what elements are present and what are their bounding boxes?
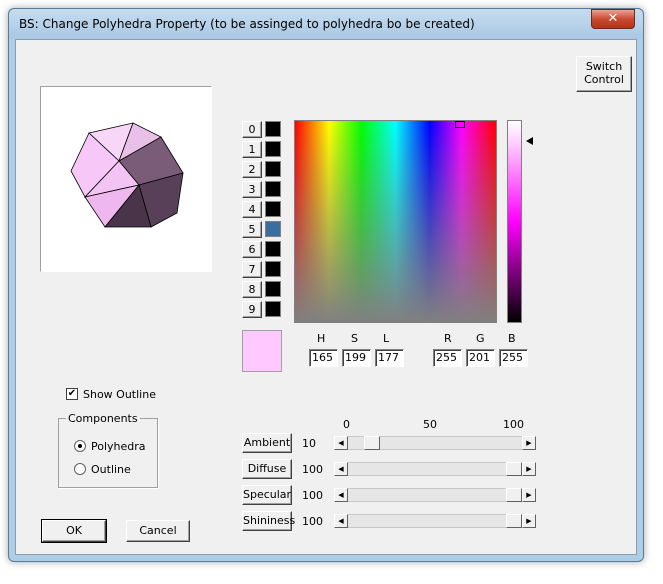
title-bar[interactable]: BS: Change Polyhedra Property (to be ass…: [9, 9, 643, 39]
palette-button-3[interactable]: 3: [242, 181, 262, 198]
dialog-client: Switch Control 0 1 2 3 4 5 6 7 8 9 H S L…: [15, 39, 637, 555]
palette-button-0[interactable]: 0: [242, 121, 262, 138]
window-title: BS: Change Polyhedra Property (to be ass…: [19, 17, 475, 31]
palette-button-8[interactable]: 8: [242, 281, 262, 298]
close-icon: ✕: [607, 11, 619, 26]
s-field[interactable]: 199: [342, 349, 371, 367]
l-field[interactable]: 177: [375, 349, 404, 367]
checkmark-icon: ✔: [67, 388, 77, 399]
show-outline-checkbox[interactable]: ✔: [66, 388, 78, 400]
palette-button-9[interactable]: 9: [242, 301, 262, 318]
scale-mid-label: 50: [423, 418, 437, 431]
cancel-button[interactable]: Cancel: [126, 520, 190, 542]
radio-outline[interactable]: [74, 463, 86, 475]
arrow-left-icon[interactable]: ◀: [334, 462, 348, 476]
components-label: Components: [66, 412, 140, 425]
palette-swatch-9[interactable]: [265, 301, 281, 317]
spectrum-cursor[interactable]: [455, 121, 465, 128]
s-label: S: [351, 332, 358, 345]
palette-button-6[interactable]: 6: [242, 241, 262, 258]
arrow-left-icon[interactable]: ◀: [334, 488, 348, 502]
radio-outline-label: Outline: [91, 463, 131, 476]
palette-swatch-2[interactable]: [265, 161, 281, 177]
close-button[interactable]: ✕: [591, 9, 635, 29]
arrow-left-icon[interactable]: ◀: [334, 514, 348, 528]
show-outline-label: Show Outline: [83, 388, 156, 401]
selected-color-preview: [242, 330, 282, 372]
diffuse-button[interactable]: Diffuse: [242, 459, 292, 479]
diffuse-slider-thumb[interactable]: [506, 462, 522, 476]
radio-polyhedra-label: Polyhedra: [91, 440, 146, 453]
switch-control-button[interactable]: Switch Control: [576, 56, 632, 92]
specular-slider-thumb[interactable]: [506, 488, 522, 502]
switch-control-label-line1: Switch: [585, 60, 623, 73]
g-label: G: [476, 332, 485, 345]
shininess-slider-thumb[interactable]: [506, 514, 522, 528]
palette-swatch-4[interactable]: [265, 201, 281, 217]
palette-swatch-8[interactable]: [265, 281, 281, 297]
polyhedron-preview: [40, 86, 212, 272]
palette-swatch-3[interactable]: [265, 181, 281, 197]
scale-max-label: 100: [503, 418, 524, 431]
b-label: B: [508, 332, 516, 345]
b-field[interactable]: 255: [499, 349, 528, 367]
diffuse-value: 100: [302, 463, 323, 476]
shininess-value: 100: [302, 515, 323, 528]
palette-swatch-5[interactable]: [265, 221, 281, 237]
arrow-right-icon[interactable]: ▶: [522, 462, 536, 476]
ambient-slider-thumb[interactable]: [364, 436, 380, 450]
ambient-value: 10: [302, 437, 316, 450]
polyhedron-image: [70, 122, 184, 228]
luminance-arrow-icon[interactable]: [526, 137, 533, 145]
specular-button[interactable]: Specular: [242, 485, 292, 505]
color-spectrum[interactable]: [294, 120, 497, 323]
palette-swatch-0[interactable]: [265, 121, 281, 137]
palette-button-4[interactable]: 4: [242, 201, 262, 218]
g-field[interactable]: 201: [466, 349, 495, 367]
palette-button-7[interactable]: 7: [242, 261, 262, 278]
arrow-left-icon[interactable]: ◀: [334, 436, 348, 450]
palette-swatch-7[interactable]: [265, 261, 281, 277]
h-field[interactable]: 165: [309, 349, 338, 367]
dialog-window: BS: Change Polyhedra Property (to be ass…: [8, 8, 644, 562]
arrow-right-icon[interactable]: ▶: [522, 514, 536, 528]
scale-min-label: 0: [343, 418, 350, 431]
palette-button-5[interactable]: 5: [242, 221, 262, 238]
l-label: L: [383, 332, 390, 345]
luminance-bar[interactable]: [507, 120, 522, 323]
ambient-button[interactable]: Ambient: [242, 433, 292, 453]
specular-value: 100: [302, 489, 323, 502]
arrow-right-icon[interactable]: ▶: [522, 488, 536, 502]
switch-control-label-line2: Control: [584, 73, 624, 86]
arrow-right-icon[interactable]: ▶: [522, 436, 536, 450]
shininess-button[interactable]: Shininess: [242, 511, 295, 531]
components-group: [58, 418, 158, 488]
palette-button-1[interactable]: 1: [242, 141, 262, 158]
r-field[interactable]: 255: [433, 349, 462, 367]
palette-swatch-1[interactable]: [265, 141, 281, 157]
r-label: R: [444, 332, 452, 345]
palette-button-2[interactable]: 2: [242, 161, 262, 178]
h-label: H: [317, 332, 326, 345]
ok-button[interactable]: OK: [41, 519, 107, 543]
radio-polyhedra[interactable]: [74, 440, 86, 452]
palette-swatch-6[interactable]: [265, 241, 281, 257]
